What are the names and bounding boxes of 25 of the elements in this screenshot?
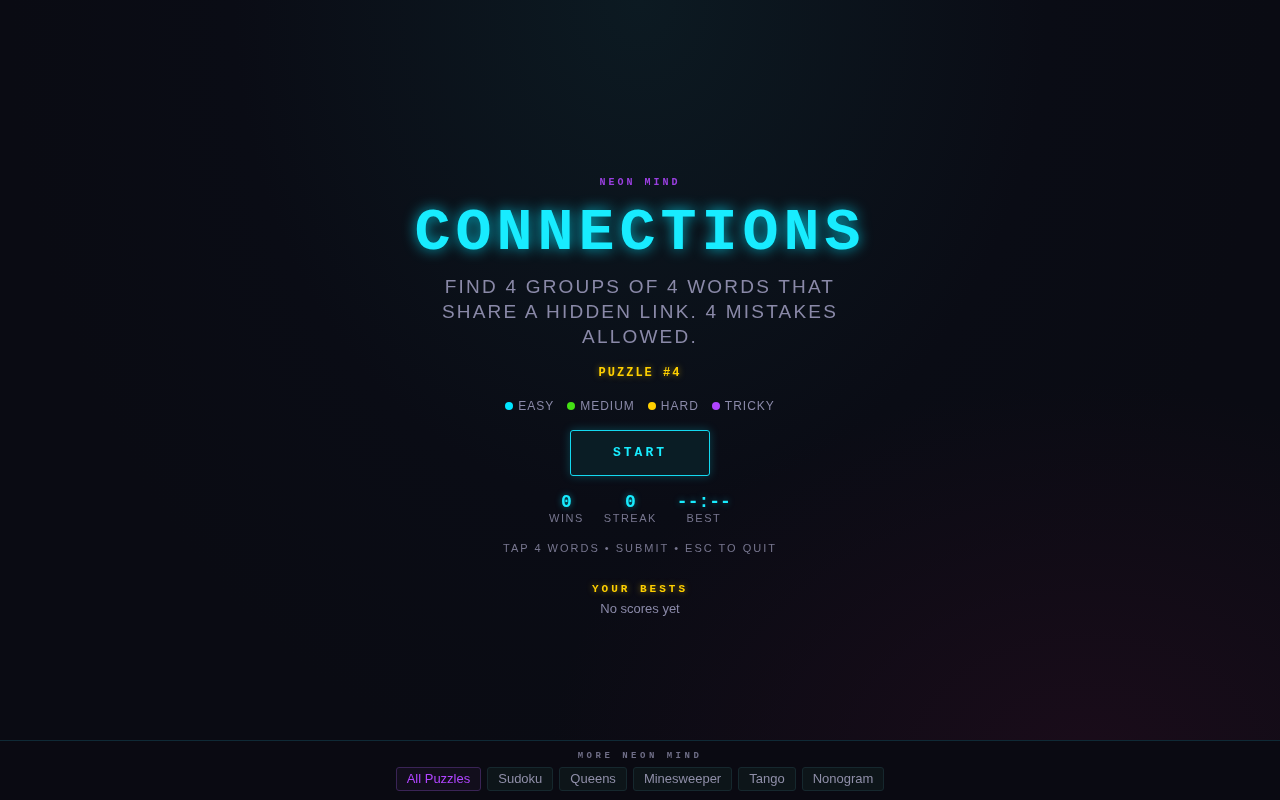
- game-title: CONNECTIONS: [414, 201, 866, 265]
- stat-value: --:--: [676, 492, 731, 512]
- stat-value: 0: [624, 492, 636, 512]
- stat-value: 0: [561, 492, 572, 512]
- stat-label: BEST: [686, 512, 722, 525]
- legend-label: EASY: [518, 398, 555, 414]
- start-button[interactable]: START: [570, 430, 710, 476]
- footer-link[interactable]: Sudoku: [487, 767, 554, 791]
- instructions-text: FIND 4 GROUPS OF 4 WORDS THAT SHARE A HIDDEN LINK. 4 MISTAKES ALLOWED.: [440, 275, 840, 349]
- legend-label: TRICKY: [724, 398, 775, 414]
- puzzle-number: PUZZLE #4: [598, 365, 682, 381]
- empty-scores-text: No scores yet: [600, 601, 680, 617]
- stat-label: STREAK: [603, 512, 657, 525]
- stat-label: WINS: [549, 512, 584, 525]
- controls-hint: TAP 4 WORDS • SUBMIT • ESC TO QUIT: [503, 541, 777, 555]
- footer-link[interactable]: Queens: [559, 767, 627, 791]
- footer-link[interactable]: Nonogram: [801, 767, 885, 791]
- footer-link[interactable]: All Puzzles: [395, 767, 482, 791]
- footer-link[interactable]: Tango: [738, 767, 796, 791]
- legend-label: MEDIUM: [580, 398, 635, 414]
- legend-label: HARD: [660, 398, 699, 414]
- footer-heading: MORE NEON MIND: [577, 751, 703, 762]
- footer-link[interactable]: Minesweeper: [632, 767, 733, 791]
- bests-heading: YOUR BESTS: [592, 582, 688, 596]
- brand-label: NEON MIND: [599, 176, 681, 190]
